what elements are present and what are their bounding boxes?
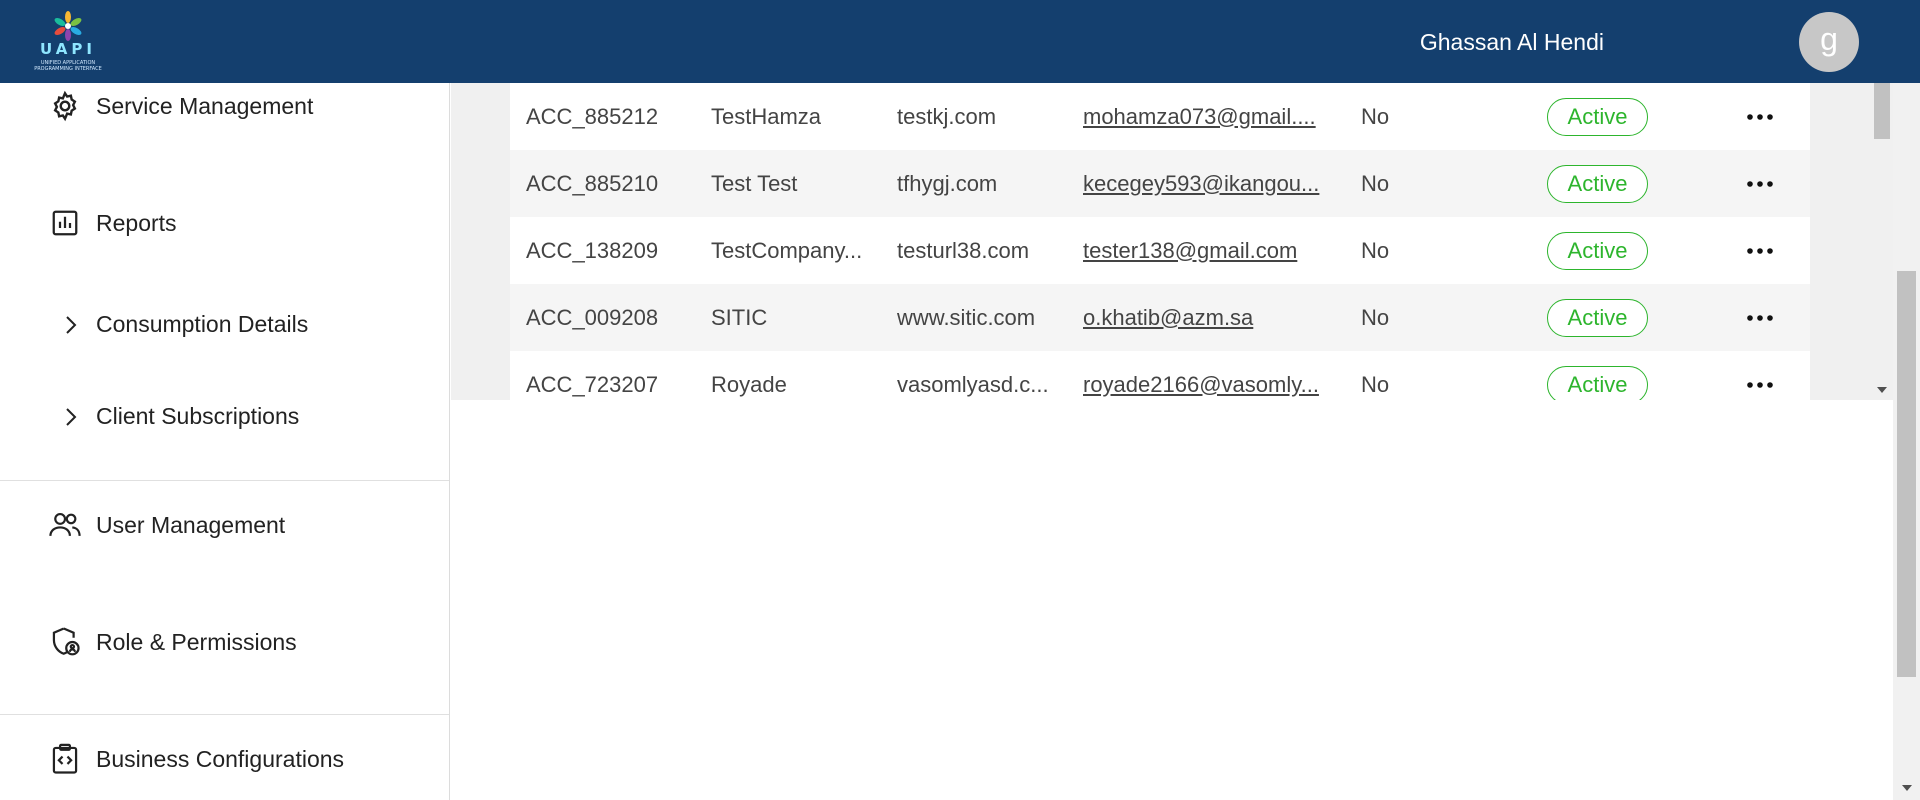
status-badge: Active xyxy=(1547,164,1648,203)
gear-icon xyxy=(48,89,82,123)
company-url: testkj.com xyxy=(897,103,997,129)
company-name: TestCompany... xyxy=(711,237,863,263)
more-actions-icon[interactable] xyxy=(1740,370,1780,400)
users-icon xyxy=(48,508,82,542)
table-row[interactable]: ACC_885212 TestHamza testkj.com mohamza0… xyxy=(510,83,1810,150)
sidebar-item-business-configurations[interactable]: Business Configurations xyxy=(48,742,344,776)
company-name: Royade xyxy=(711,371,787,397)
logo-flower-icon xyxy=(54,11,82,41)
accounts-table: ACC_885212 TestHamza testkj.com mohamza0… xyxy=(510,83,1810,400)
flag-value: No xyxy=(1361,170,1390,196)
status-badge: Active xyxy=(1547,231,1648,270)
sidebar-item-consumption-details[interactable]: Consumption Details xyxy=(60,311,308,338)
company-url: tfhygj.com xyxy=(897,170,998,196)
table-scrollbar[interactable] xyxy=(1871,83,1893,400)
scroll-down-arrow-icon[interactable] xyxy=(1871,380,1893,400)
top-header: UAPI UNIFIED APPLICATION PROGRAMMING INT… xyxy=(0,0,1920,83)
email-link[interactable]: royade2166@vasomly... xyxy=(1083,372,1331,398)
company-name: SITIC xyxy=(711,304,768,330)
account-id: ACC_885212 xyxy=(526,103,659,129)
table-row[interactable]: ACC_138209 TestCompany... testurl38.com … xyxy=(510,217,1810,284)
flag-value: No xyxy=(1361,103,1390,129)
table-row[interactable]: ACC_885210 Test Test tfhygj.com kecegey5… xyxy=(510,150,1810,217)
account-id: ACC_138209 xyxy=(526,237,659,263)
sidebar-divider xyxy=(0,714,449,715)
page-scrollbar-thumb[interactable] xyxy=(1897,271,1916,677)
page-scrollbar[interactable] xyxy=(1893,0,1920,800)
sidebar-item-client-subscriptions[interactable]: Client Subscriptions xyxy=(60,403,299,430)
account-id: ACC_723207 xyxy=(526,371,659,397)
table-scrollbar-thumb[interactable] xyxy=(1874,83,1890,139)
sidebar-item-label: Service Management xyxy=(96,92,314,119)
email-link[interactable]: kecegey593@ikangou... xyxy=(1083,171,1331,197)
email-link[interactable]: o.khatib@azm.sa xyxy=(1083,305,1331,331)
table-row[interactable]: ACC_723207 Royade vasomlyasd.c... royade… xyxy=(510,351,1810,400)
company-url: www.sitic.com xyxy=(897,304,1036,330)
sidebar-item-label: Role & Permissions xyxy=(96,628,297,655)
sidebar: Service Management Reports Consumption D… xyxy=(0,83,450,800)
flag-value: No xyxy=(1361,304,1390,330)
status-badge: Active xyxy=(1547,97,1648,136)
sidebar-item-label: Client Subscriptions xyxy=(96,403,300,429)
chevron-right-icon xyxy=(60,406,82,428)
sidebar-item-label: Consumption Details xyxy=(96,311,309,337)
status-badge: Active xyxy=(1547,298,1648,337)
user-name[interactable]: Ghassan Al Hendi xyxy=(1420,29,1604,56)
logo-text: UAPI xyxy=(40,40,96,58)
avatar[interactable]: g xyxy=(1799,12,1859,72)
email-link[interactable]: mohamza073@gmail.... xyxy=(1083,104,1331,130)
status-badge: Active xyxy=(1547,365,1648,400)
sidebar-item-service-management[interactable]: Service Management xyxy=(48,89,313,123)
uapi-logo[interactable]: UAPI UNIFIED APPLICATION PROGRAMMING INT… xyxy=(32,10,108,72)
company-name: Test Test xyxy=(711,170,798,196)
logo-subtitle: UNIFIED APPLICATION PROGRAMMING INTERFAC… xyxy=(34,60,102,72)
bar-chart-icon xyxy=(48,206,82,240)
table-row[interactable]: ACC_009208 SITIC www.sitic.com o.khatib@… xyxy=(510,284,1810,351)
company-url: vasomlyasd.c... xyxy=(897,371,1049,397)
sidebar-item-label: Reports xyxy=(96,209,177,236)
account-id: ACC_009208 xyxy=(526,304,659,330)
company-name: TestHamza xyxy=(711,103,822,129)
email-link[interactable]: tester138@gmail.com xyxy=(1083,238,1331,264)
company-url: testurl38.com xyxy=(897,237,1030,263)
sidebar-item-reports[interactable]: Reports xyxy=(48,206,177,240)
main-content: ACC_885212 TestHamza testkj.com mohamza0… xyxy=(451,83,1893,800)
more-actions-icon[interactable] xyxy=(1740,236,1780,266)
sidebar-item-label: User Management xyxy=(96,511,286,538)
chevron-right-icon xyxy=(60,314,82,336)
more-actions-icon[interactable] xyxy=(1740,102,1780,132)
shield-icon xyxy=(48,625,82,659)
sidebar-item-label: Business Configurations xyxy=(96,745,345,772)
sidebar-divider xyxy=(0,480,449,481)
code-clipboard-icon xyxy=(48,742,82,776)
flag-value: No xyxy=(1361,237,1390,263)
accounts-table-scroll-area[interactable]: ACC_885212 TestHamza testkj.com mohamza0… xyxy=(451,83,1893,400)
sidebar-item-role-permissions[interactable]: Role & Permissions xyxy=(48,625,297,659)
more-actions-icon[interactable] xyxy=(1740,303,1780,333)
scroll-down-arrow-icon[interactable] xyxy=(1893,778,1920,798)
account-id: ACC_885210 xyxy=(526,170,659,196)
flag-value: No xyxy=(1361,371,1390,397)
more-actions-icon[interactable] xyxy=(1740,169,1780,199)
sidebar-item-user-management[interactable]: User Management xyxy=(48,508,285,542)
